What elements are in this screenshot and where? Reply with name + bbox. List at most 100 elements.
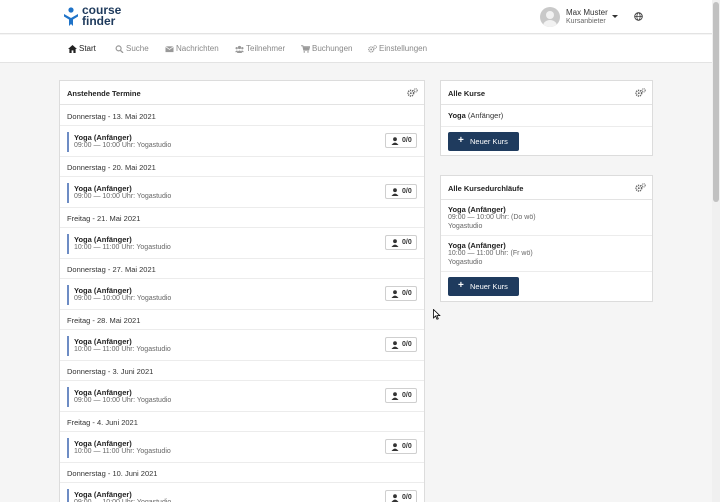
participants-button[interactable]: 0/0 — [385, 439, 417, 454]
event-time: 09:00 — 10:00 Uhr: Yogastudio — [74, 193, 172, 200]
event-accent-bar — [67, 336, 69, 356]
participants-count: 0/0 — [402, 239, 412, 246]
appointment-row[interactable]: Yoga (Anfänger) 10:00 — 11:00 Uhr: Yogast… — [60, 433, 424, 463]
appointment-row[interactable]: Yoga (Anfänger)09:00 — 10:00 Uhr: Yogast… — [60, 280, 424, 310]
participants-button[interactable]: 0/0 — [385, 235, 417, 250]
nav-label: Nachrichten — [176, 44, 219, 53]
course-level: (Anfänger) — [467, 111, 504, 120]
panel-header: Alle Kurse — [441, 81, 652, 105]
event-time: 09:00 — 10:00 Uhr: Yogastudio — [74, 295, 172, 302]
participants-count: 0/0 — [402, 290, 412, 297]
run-title: Yoga (Anfänger) — [448, 205, 506, 214]
event-title: Yoga (Anfänger) — [74, 235, 132, 244]
plus-icon: + — [458, 280, 464, 291]
date-label: Freitag - 28. Mai 2021 — [67, 316, 141, 325]
user-icon — [391, 137, 399, 145]
date-label: Donnerstag - 10. Juni 2021 — [67, 469, 158, 478]
user-icon — [391, 443, 399, 451]
globe-icon[interactable] — [634, 12, 643, 21]
date-label: Freitag - 21. Mai 2021 — [67, 214, 141, 223]
user-name: Max Muster — [566, 8, 608, 17]
new-course-button[interactable]: + Neuer Kurs — [448, 277, 519, 296]
caret-down-icon — [612, 15, 618, 18]
date-label: Donnerstag - 3. Juni 2021 — [67, 367, 154, 376]
participants-button[interactable]: 0/0 — [385, 388, 417, 403]
all-runs-panel: Alle Kursedurchläufe Yoga (Anfänger) 09:… — [440, 175, 653, 302]
run-time: 10:00 — 11:00 Uhr: (Fr wö) — [448, 250, 533, 257]
course-list-item[interactable]: Yoga (Anfänger) — [441, 105, 652, 127]
participants-button[interactable]: 0/0 — [385, 490, 417, 502]
date-header: Donnerstag - 20. Mai 2021 — [60, 157, 424, 177]
participants-count: 0/0 — [402, 188, 412, 195]
user-icon — [391, 341, 399, 349]
event-title: Yoga (Anfänger) — [74, 133, 132, 142]
settings-gears-icon[interactable] — [635, 183, 646, 192]
appointment-row[interactable]: Yoga (Anfänger) 10:00 — 11:00 Uhr: Yogast… — [60, 331, 424, 361]
cart-icon — [301, 45, 310, 53]
all-courses-panel: Alle Kurse Yoga (Anfänger) + Neuer Kurs — [440, 80, 653, 156]
date-label: Donnerstag - 13. Mai 2021 — [67, 112, 156, 121]
user-icon — [391, 494, 399, 502]
participants-button[interactable]: 0/0 — [385, 133, 417, 148]
event-time: 09:00 — 10:00 Uhr: Yogastudio — [74, 397, 172, 404]
page-scrollbar[interactable] — [712, 0, 720, 502]
new-course-button[interactable]: + Neuer Kurs — [448, 132, 519, 151]
panel-title: Alle Kursedurchläufe — [448, 184, 524, 193]
event-title: Yoga (Anfänger) — [74, 337, 132, 346]
date-header: Donnerstag - 3. Juni 2021 — [60, 361, 424, 381]
scrollbar-thumb[interactable] — [713, 2, 719, 202]
event-accent-bar — [67, 489, 69, 502]
user-icon — [391, 392, 399, 400]
nav-label: Buchungen — [312, 44, 353, 53]
course-name-line: Yoga (Anfänger) — [448, 111, 503, 120]
participants-count: 0/0 — [402, 392, 412, 399]
logo-figure-icon — [64, 7, 78, 26]
date-header: Freitag - 21. Mai 2021 — [60, 208, 424, 228]
event-time: 09:00 — 10:00 Uhr: Yogastudio — [74, 142, 172, 149]
course-run-item[interactable]: Yoga (Anfänger) 09:00 — 10:00 Uhr: (Do w… — [441, 200, 652, 236]
coursefinder-logo[interactable]: course finder — [63, 4, 133, 31]
participants-button[interactable]: 0/0 — [385, 337, 417, 352]
participants-count: 0/0 — [402, 494, 412, 501]
panel-title: Anstehende Termine — [67, 89, 141, 98]
date-header: Freitag - 4. Juni 2021 — [60, 412, 424, 432]
appointment-row[interactable]: Yoga (Anfänger) 10:00 — 11:00 Uhr: Yogast… — [60, 229, 424, 259]
logo-line-2: finder — [82, 14, 116, 28]
envelope-icon — [165, 46, 174, 53]
settings-gears-icon[interactable] — [635, 88, 646, 97]
home-icon — [68, 45, 77, 53]
button-label: Neuer Kurs — [470, 137, 508, 146]
event-accent-bar — [67, 438, 69, 458]
participants-button[interactable]: 0/0 — [385, 286, 417, 301]
appointment-row[interactable]: Yoga (Anfänger)09:00 — 10:00 Uhr: Yogast… — [60, 382, 424, 412]
run-time: 09:00 — 10:00 Uhr: (Do wö) — [448, 214, 536, 221]
participants-button[interactable]: 0/0 — [385, 184, 417, 199]
participants-count: 0/0 — [402, 341, 412, 348]
button-label: Neuer Kurs — [470, 282, 508, 291]
event-accent-bar — [67, 132, 69, 152]
settings-gears-icon[interactable] — [407, 88, 418, 97]
appointment-row[interactable]: Yoga (Anfänger)09:00 — 10:00 Uhr: Yogast… — [60, 178, 424, 208]
event-title: Yoga (Anfänger) — [74, 388, 132, 397]
nav-label: Einstellungen — [379, 44, 428, 53]
appointment-row[interactable]: Yoga (Anfänger)09:00 — 10:00 Uhr: Yogast… — [60, 127, 424, 157]
date-header: Donnerstag - 13. Mai 2021 — [60, 106, 424, 126]
run-place: Yogastudio — [448, 223, 483, 230]
event-time: 10:00 — 11:00 Uhr: Yogastudio — [74, 448, 171, 455]
event-accent-bar — [67, 285, 69, 305]
nav-label: Teilnehmer — [246, 44, 286, 53]
main-nav: Start Suche Nachrichten Teilnehmer Buchu… — [0, 35, 712, 63]
date-label: Freitag - 4. Juni 2021 — [67, 418, 138, 427]
date-header: Donnerstag - 10. Juni 2021 — [60, 463, 424, 483]
course-run-item[interactable]: Yoga (Anfänger) 10:00 — 11:00 Uhr: (Fr w… — [441, 236, 652, 272]
search-icon — [115, 45, 124, 53]
top-bar: course finder Max Muster Kursanbieter — [0, 0, 712, 34]
appointment-row[interactable]: Yoga (Anfänger)09:00 — 10:00 Uhr: Yogast… — [60, 484, 424, 502]
event-title: Yoga (Anfänger) — [74, 439, 132, 448]
date-header: Donnerstag - 27. Mai 2021 — [60, 259, 424, 279]
panel-title: Alle Kurse — [448, 89, 486, 98]
event-time: 10:00 — 11:00 Uhr: Yogastudio — [74, 346, 171, 353]
gears-icon — [368, 45, 377, 53]
participants-count: 0/0 — [402, 137, 412, 144]
course-name: Yoga — [448, 111, 466, 120]
